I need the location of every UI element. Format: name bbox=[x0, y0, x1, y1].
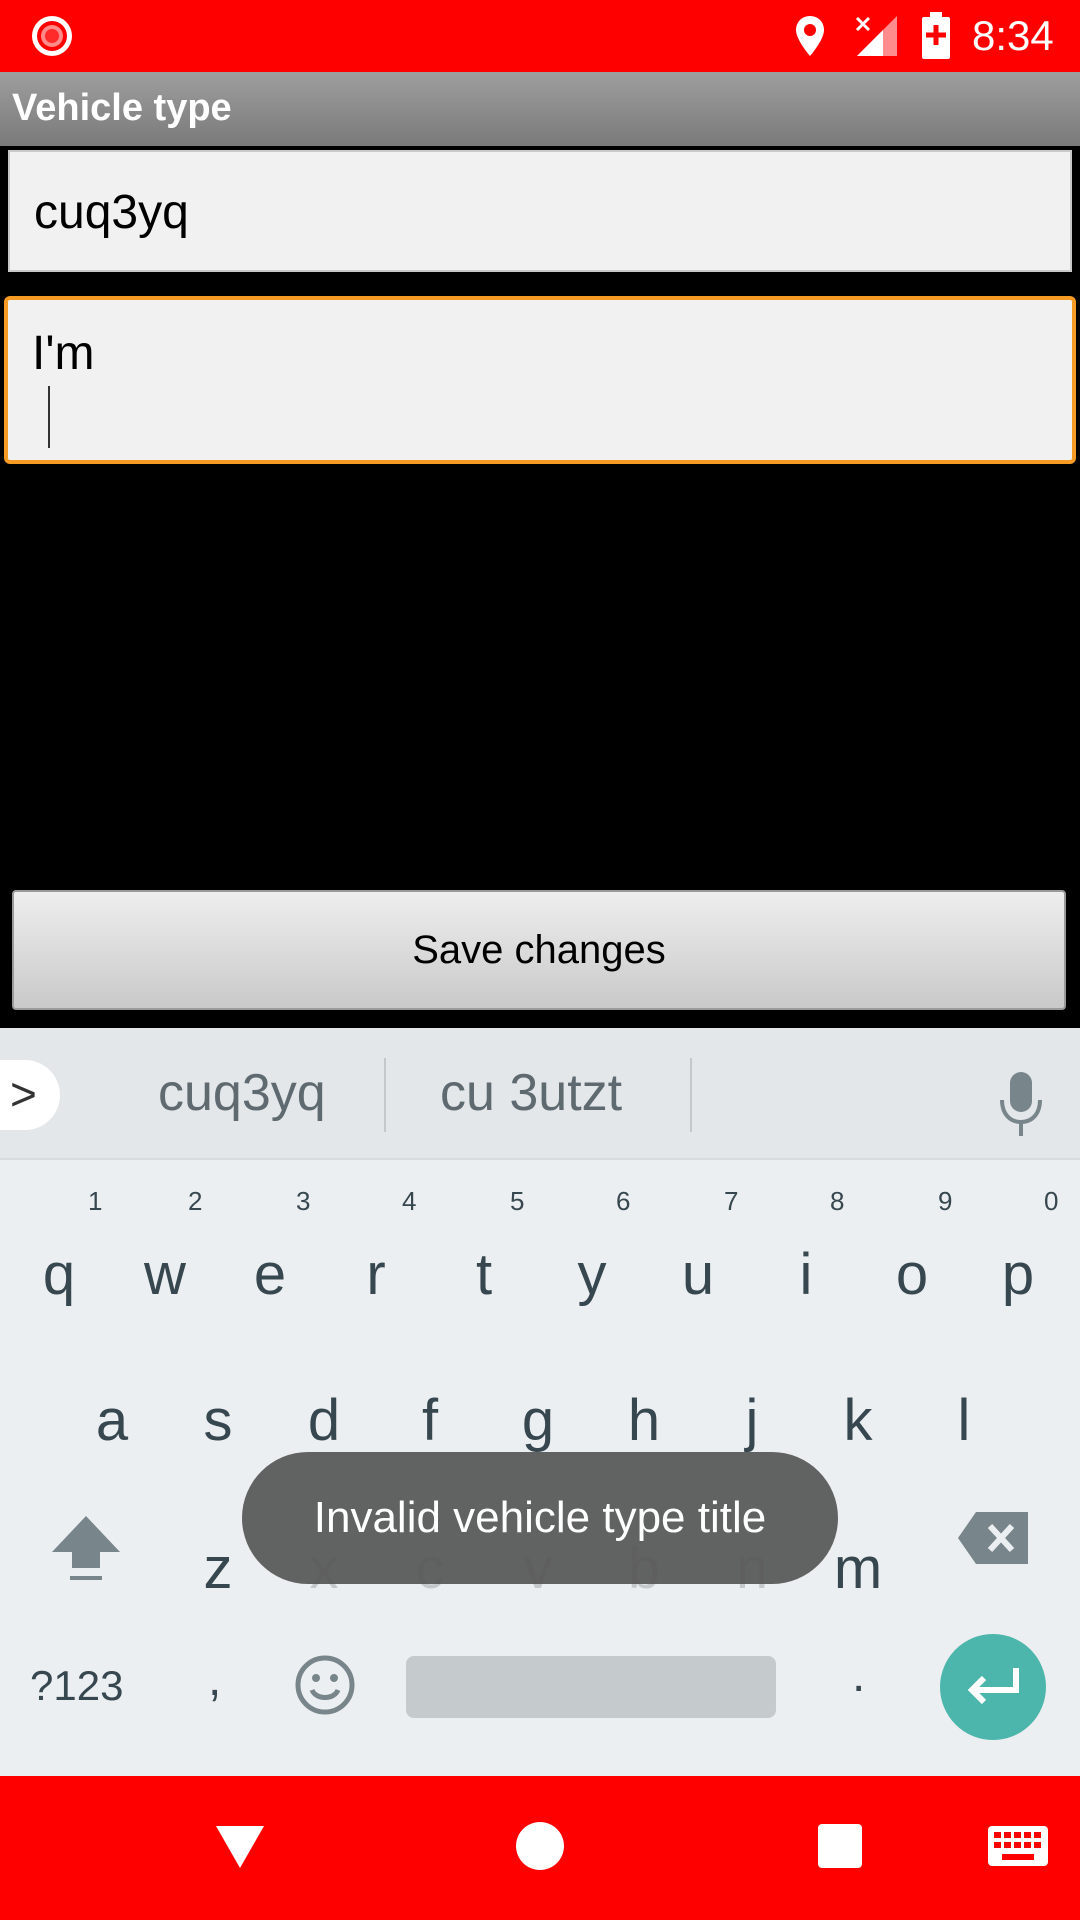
suggestion-divider bbox=[690, 1058, 692, 1132]
soft-keyboard: > cuq3yq cu 3utzt 1 q 2 w 3 e 4 r 5 t 6 … bbox=[0, 1028, 1080, 1776]
toast-message: Invalid vehicle type title bbox=[242, 1452, 838, 1584]
comma-key[interactable]: , bbox=[208, 1650, 221, 1710]
enter-key[interactable] bbox=[940, 1634, 1046, 1740]
key-h[interactable]: h bbox=[604, 1386, 684, 1456]
key-a[interactable]: a bbox=[72, 1386, 152, 1456]
shift-icon[interactable] bbox=[50, 1512, 122, 1584]
status-bar: 8:34 bbox=[0, 0, 1080, 72]
app-bar: Vehicle type bbox=[0, 72, 1080, 146]
key-j[interactable]: j bbox=[712, 1386, 792, 1456]
chevron-right-icon: > bbox=[10, 1068, 37, 1120]
keyboard-icon[interactable] bbox=[988, 1826, 1048, 1866]
key-hint: 2 bbox=[188, 1186, 203, 1216]
key-k[interactable]: k bbox=[818, 1386, 898, 1456]
key-d[interactable]: d bbox=[284, 1386, 364, 1456]
key-r[interactable]: r bbox=[336, 1240, 416, 1310]
key-hint: 4 bbox=[402, 1186, 417, 1216]
symbols-key[interactable]: ?123 bbox=[30, 1656, 123, 1716]
key-o[interactable]: o bbox=[872, 1240, 952, 1310]
key-hint: 9 bbox=[938, 1186, 953, 1216]
microphone-icon[interactable] bbox=[996, 1068, 1046, 1140]
key-u[interactable]: u bbox=[658, 1240, 738, 1310]
key-hint: 5 bbox=[510, 1186, 525, 1216]
status-time: 8:34 bbox=[972, 12, 1054, 59]
vehicle-type-description-input[interactable]: I'm bbox=[4, 296, 1076, 464]
key-f[interactable]: f bbox=[390, 1386, 470, 1456]
key-hint: 3 bbox=[296, 1186, 311, 1216]
key-i[interactable]: i bbox=[766, 1240, 846, 1310]
screen-record-icon bbox=[32, 16, 72, 56]
key-p[interactable]: p bbox=[978, 1240, 1058, 1310]
key-hint: 0 bbox=[1044, 1186, 1059, 1216]
key-z[interactable]: z bbox=[178, 1534, 258, 1604]
description-text: I'm bbox=[32, 327, 95, 380]
backspace-icon[interactable] bbox=[956, 1510, 1030, 1566]
navigation-bar bbox=[0, 1776, 1080, 1920]
key-hint: 7 bbox=[724, 1186, 739, 1216]
vehicle-type-title-input[interactable]: cuq3yq bbox=[8, 150, 1072, 272]
key-g[interactable]: g bbox=[498, 1386, 578, 1456]
key-w[interactable]: w bbox=[125, 1240, 205, 1310]
key-e[interactable]: e bbox=[230, 1240, 310, 1310]
suggestion-strip: > cuq3yq cu 3utzt bbox=[0, 1028, 1080, 1160]
suggestion-2[interactable]: cu 3utzt bbox=[440, 1058, 622, 1128]
page-title: Vehicle type bbox=[12, 87, 232, 129]
recents-icon[interactable] bbox=[818, 1824, 862, 1868]
emoji-icon[interactable] bbox=[294, 1654, 356, 1716]
key-hint: 6 bbox=[616, 1186, 631, 1216]
location-icon bbox=[796, 16, 824, 56]
suggestion-divider bbox=[384, 1058, 386, 1132]
signal-icon bbox=[855, 16, 897, 56]
save-changes-button[interactable]: Save changes bbox=[12, 890, 1066, 1010]
home-icon[interactable] bbox=[516, 1822, 564, 1870]
key-hint: 1 bbox=[88, 1186, 103, 1216]
key-hint: 8 bbox=[830, 1186, 845, 1216]
key-t[interactable]: t bbox=[444, 1240, 524, 1310]
key-y[interactable]: y bbox=[552, 1240, 632, 1310]
space-key[interactable] bbox=[406, 1656, 776, 1718]
expand-toolbar-button[interactable]: > bbox=[0, 1060, 60, 1130]
period-key[interactable]: . bbox=[852, 1646, 865, 1706]
key-s[interactable]: s bbox=[178, 1386, 258, 1456]
key-l[interactable]: l bbox=[924, 1386, 1004, 1456]
text-cursor bbox=[48, 386, 50, 448]
enter-arrow-icon bbox=[967, 1668, 1019, 1705]
battery-charging-icon bbox=[922, 12, 950, 59]
suggestion-1[interactable]: cuq3yq bbox=[158, 1058, 326, 1128]
back-icon[interactable] bbox=[214, 1824, 266, 1870]
key-q[interactable]: q bbox=[19, 1240, 99, 1310]
